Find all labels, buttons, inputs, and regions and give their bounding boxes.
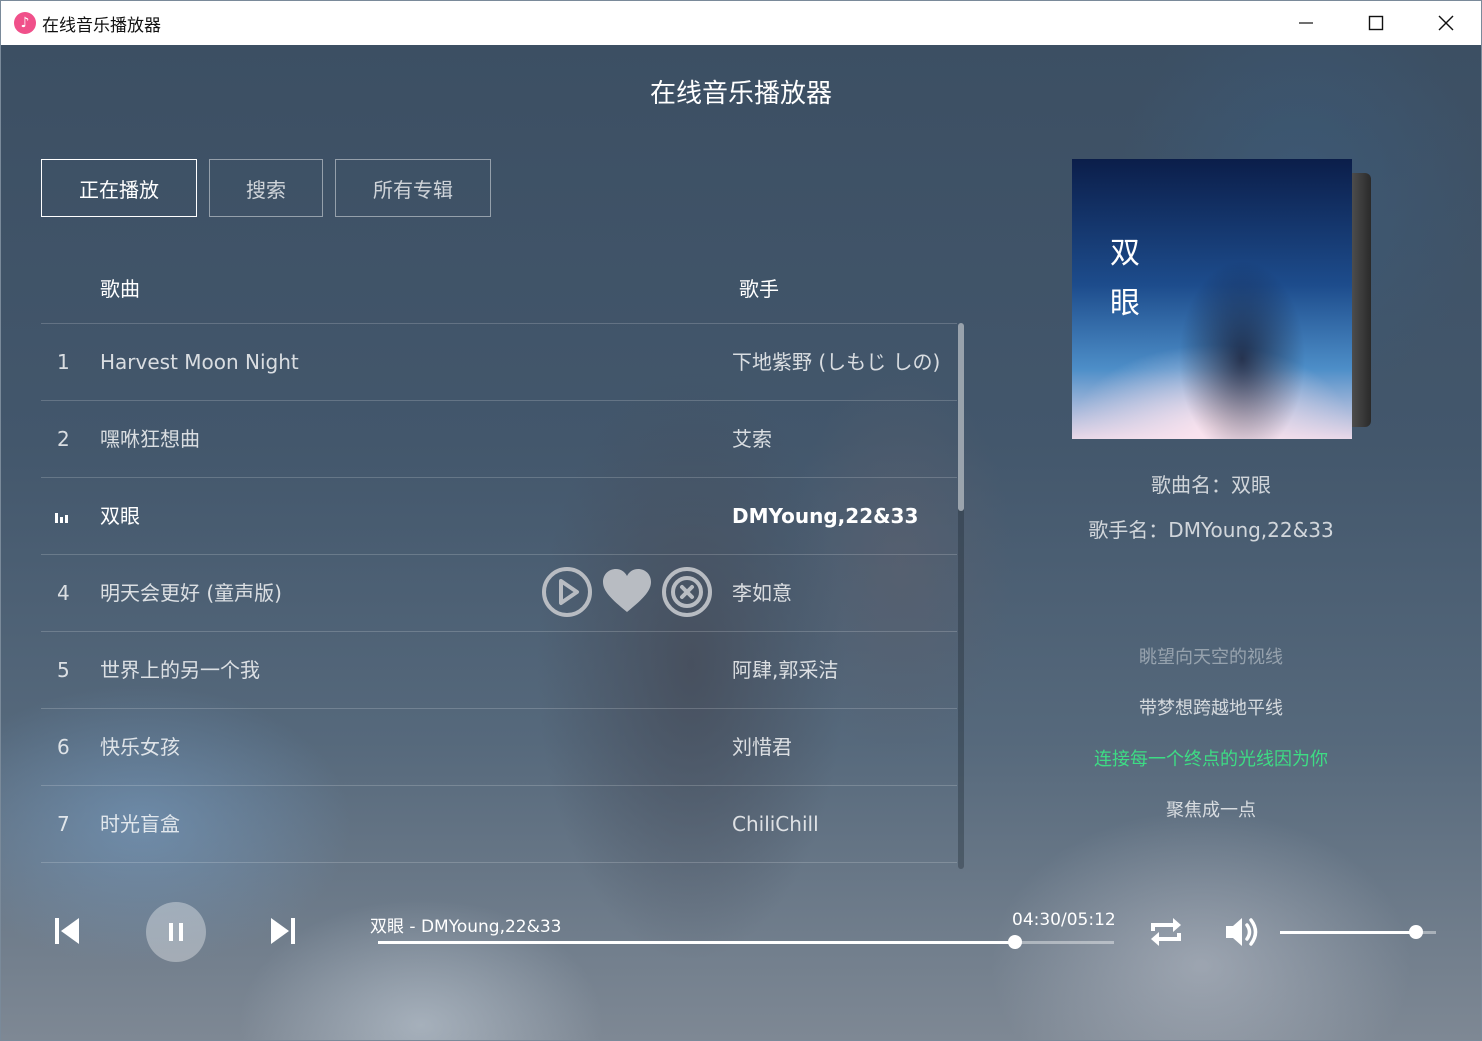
minimize-button[interactable] — [1271, 1, 1341, 45]
row-number: 1 — [57, 350, 70, 374]
lyric-line: 眺望向天空的视线 — [1139, 647, 1283, 668]
column-header-artist: 歌手 — [739, 277, 779, 301]
row-remove-button[interactable] — [661, 566, 713, 618]
tab-search[interactable]: 搜索 — [209, 159, 323, 217]
row-number: 2 — [57, 427, 70, 451]
song-row[interactable]: 2 嘿咻狂想曲 艾索 — [41, 401, 957, 478]
album-cover-title: 双 眼 — [1110, 236, 1140, 321]
row-number: 7 — [57, 812, 70, 836]
play-circle-icon — [542, 567, 592, 617]
lyric-line: 聚焦成一点 — [1166, 800, 1256, 821]
row-number: 5 — [57, 658, 70, 682]
playback-time: 04:30/05:12 — [1012, 910, 1116, 930]
song-row[interactable]: 1 Harvest Moon Night 下地紫野 (しもじ しの) — [41, 324, 957, 401]
window-title: 在线音乐播放器 — [42, 15, 161, 36]
song-row[interactable]: 6 快乐女孩 刘惜君 — [41, 709, 957, 786]
song-artist: 艾索 — [732, 427, 772, 451]
tab-now-playing[interactable]: 正在播放 — [41, 159, 197, 217]
now-playing-track: 双眼 - DMYoung,22&33 — [370, 917, 562, 937]
repeat-icon — [1151, 918, 1181, 946]
tab-all-albums[interactable]: 所有专辑 — [335, 159, 491, 217]
progress-handle[interactable] — [1007, 935, 1022, 949]
song-title: 快乐女孩 — [100, 735, 180, 759]
song-row[interactable]: 5 世界上的另一个我 阿肆,郭采洁 — [41, 632, 957, 709]
maximize-button[interactable] — [1341, 1, 1411, 45]
volume-icon — [1226, 918, 1258, 946]
progress-fill — [378, 941, 1015, 944]
row-number: 4 — [57, 581, 70, 605]
column-header-song: 歌曲 — [100, 277, 140, 301]
song-title: 双眼 — [100, 504, 140, 528]
heart-icon — [603, 569, 651, 612]
song-row[interactable]: 4 明天会更好 (童声版) 李如意 — [41, 555, 957, 632]
repeat-button[interactable] — [1145, 911, 1187, 953]
window-controls — [1271, 1, 1481, 45]
song-artist: 阿肆,郭采洁 — [732, 658, 839, 682]
song-row-playing[interactable]: 双眼 DMYoung,22&33 — [41, 478, 957, 555]
volume-button[interactable] — [1221, 911, 1263, 953]
volume-fill — [1280, 931, 1416, 934]
next-button[interactable] — [263, 911, 303, 951]
song-list: 1 Harvest Moon Night 下地紫野 (しもじ しの) 2 嘿咻狂… — [41, 323, 957, 864]
remove-circle-icon — [662, 567, 712, 617]
row-actions — [541, 566, 713, 618]
skip-next-icon — [271, 918, 295, 944]
skip-previous-icon — [55, 918, 79, 944]
close-icon — [1438, 15, 1454, 31]
volume-slider[interactable] — [1280, 925, 1436, 939]
volume-handle[interactable] — [1408, 925, 1423, 939]
song-title: 时光盲盒 — [100, 812, 180, 836]
music-note-icon: ♪ — [14, 12, 36, 34]
song-title: Harvest Moon Night — [100, 350, 299, 374]
previous-button[interactable] — [47, 911, 87, 951]
song-artist: ChiliChill — [732, 812, 819, 836]
row-play-button[interactable] — [541, 566, 593, 618]
minimize-icon — [1299, 22, 1313, 24]
song-title: 嘿咻狂想曲 — [100, 427, 200, 451]
album-cover: 双 眼 — [1072, 159, 1352, 439]
pause-button[interactable] — [146, 902, 206, 962]
page-title: 在线音乐播放器 — [649, 79, 832, 109]
pause-icon — [169, 923, 183, 941]
title-bar: ♪ 在线音乐播放器 — [1, 1, 1481, 45]
row-favorite-button[interactable] — [601, 566, 653, 618]
song-list-scrollbar[interactable] — [958, 323, 964, 869]
playing-equalizer-icon — [55, 513, 68, 523]
lyric-line: 带梦想跨越地平线 — [1139, 698, 1283, 719]
close-button[interactable] — [1411, 1, 1481, 45]
lyric-line-current: 连接每一个终点的光线因为你 — [1094, 749, 1328, 770]
song-title: 世界上的另一个我 — [100, 658, 260, 682]
song-name-label: 歌曲名：双眼 — [1151, 473, 1271, 497]
song-row[interactable]: 7 时光盲盒 ChiliChill — [41, 786, 957, 863]
song-artist: 刘惜君 — [732, 735, 792, 759]
song-title: 明天会更好 (童声版) — [100, 581, 282, 605]
song-artist: 下地紫野 (しもじ しの) — [732, 350, 941, 374]
row-number: 6 — [57, 735, 70, 759]
song-artist: DMYoung,22&33 — [732, 504, 919, 528]
progress-bar[interactable] — [378, 935, 1114, 949]
artist-name-label: 歌手名：DMYoung,22&33 — [1088, 518, 1334, 542]
scrollbar-thumb[interactable] — [958, 323, 964, 511]
maximize-icon — [1368, 15, 1384, 31]
app-window: ♪ 在线音乐播放器 在线音乐播放器 正在播放 搜索 所有专辑 歌曲 歌手 1 H… — [0, 0, 1482, 1041]
song-artist: 李如意 — [732, 581, 792, 605]
